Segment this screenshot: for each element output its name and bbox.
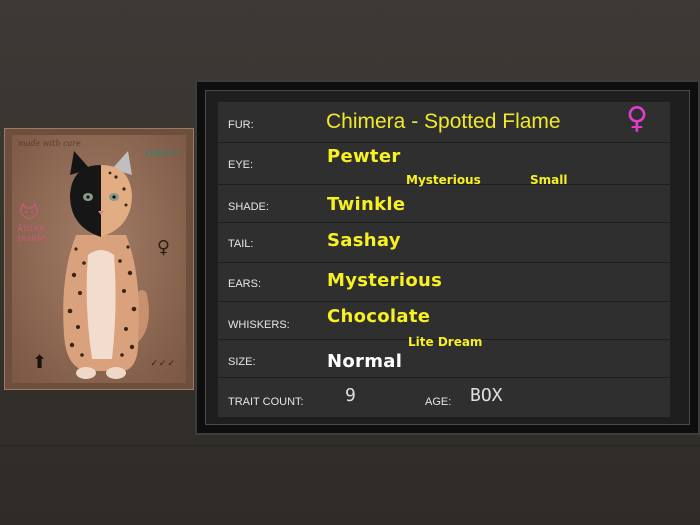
size-value: Normal (327, 351, 403, 372)
trait-row-fur: FUR: Chimera - Spotted Flame ♀ (218, 102, 670, 143)
tail-label: TAIL: (228, 238, 254, 250)
age-value: BOX (470, 385, 503, 406)
whiskers-value: Chocolate (327, 306, 431, 327)
fur-label: FUR: (228, 119, 254, 131)
whiskers-sub: Lite Dream (408, 335, 483, 349)
cat-illustration (63, 151, 149, 379)
wall-seam (0, 445, 700, 447)
trait-row-eye: EYE: Pewter Mysterious Small (218, 142, 670, 187)
ears-value: Mysterious (327, 270, 443, 291)
size-label: SIZE: (228, 356, 256, 368)
trait-count-label: TRAIT COUNT: (228, 396, 304, 408)
tail-value: Sashay (327, 230, 401, 251)
trait-row-shade: SHADE: Twinkle (218, 184, 670, 223)
box-art: made with care KIBBOS! kitten inside ♀ ⬆… (12, 135, 186, 383)
fur-value: Chimera - Spotted Flame (326, 110, 561, 133)
shade-value: Twinkle (327, 194, 406, 215)
kitten-box-card[interactable]: made with care KIBBOS! kitten inside ♀ ⬆… (4, 128, 194, 390)
check-marks-icon: ✓✓✓ (150, 359, 176, 369)
box-female-icon: ♀ (156, 237, 170, 258)
kitten-inside-text: kitten inside (18, 224, 46, 244)
up-arrow-icon: ⬆ (32, 352, 48, 373)
female-icon: ♀ (626, 101, 648, 136)
eye-label: EYE: (228, 159, 254, 171)
trait-row-tail: TAIL: Sashay (218, 222, 670, 263)
shade-label: SHADE: (228, 201, 269, 213)
trait-row-ears: EARS: Mysterious (218, 262, 670, 302)
trait-row-summary: TRAIT COUNT: 9 AGE: BOX (218, 377, 670, 417)
eye-value: Pewter (327, 146, 401, 167)
age-label: AGE: (425, 396, 452, 408)
trait-display-screen[interactable]: FUR: Chimera - Spotted Flame ♀ EYE: Pewt… (218, 102, 670, 417)
whiskers-label: WHISKERS: (228, 319, 290, 331)
ears-label: EARS: (228, 278, 262, 290)
trait-row-size: Lite Dream SIZE: Normal (218, 335, 670, 378)
trait-count-value: 9 (345, 385, 356, 406)
